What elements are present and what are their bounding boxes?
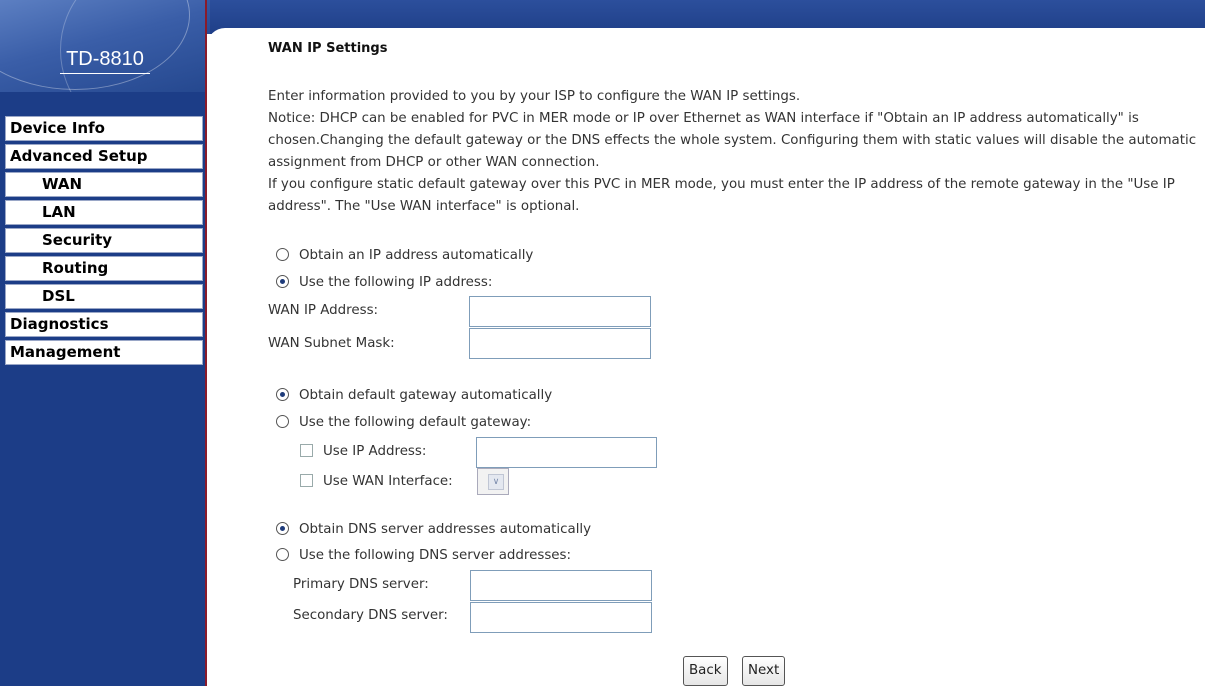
- gateway-auto-label: Obtain default gateway automatically: [299, 388, 553, 403]
- use-wan-checkbox[interactable]: [300, 474, 313, 487]
- secondary-dns-input[interactable]: [470, 602, 652, 633]
- gateway-note: If you configure static default gateway …: [268, 177, 1175, 214]
- model-name: TD-8810: [60, 48, 150, 74]
- nav-menu: Device Info Advanced Setup WAN LAN Secur…: [5, 116, 203, 368]
- ip-manual-label: Use the following IP address:: [299, 275, 493, 290]
- use-ip-option[interactable]: Use IP Address:: [300, 442, 426, 462]
- notice-text: Notice: DHCP can be enabled for PVC in M…: [268, 111, 1197, 170]
- ip-auto-option[interactable]: Obtain an IP address automatically: [276, 246, 533, 266]
- sidebar: TD-8810 Device Info Advanced Setup WAN L…: [0, 0, 207, 686]
- gateway-manual-label: Use the following default gateway:: [299, 415, 532, 430]
- logo-area: TD-8810: [0, 0, 205, 92]
- menu-item-security[interactable]: Security: [5, 228, 203, 253]
- back-button[interactable]: Back: [683, 656, 728, 686]
- ip-manual-option[interactable]: Use the following IP address:: [276, 273, 492, 293]
- menu-item-diagnostics[interactable]: Diagnostics: [5, 312, 203, 337]
- use-wan-label: Use WAN Interface:: [323, 474, 453, 489]
- subnet-mask-label: WAN Subnet Mask:: [268, 336, 395, 351]
- wan-ip-input[interactable]: [469, 296, 651, 327]
- gateway-ip-input[interactable]: [476, 437, 657, 468]
- dns-auto-radio[interactable]: [276, 522, 289, 535]
- dns-manual-label: Use the following DNS server addresses:: [299, 548, 572, 563]
- menu-item-lan[interactable]: LAN: [5, 200, 203, 225]
- primary-dns-input[interactable]: [470, 570, 652, 601]
- use-wan-option[interactable]: Use WAN Interface:: [300, 472, 453, 492]
- use-ip-label: Use IP Address:: [323, 444, 427, 459]
- dns-auto-label: Obtain DNS server addresses automaticall…: [299, 522, 592, 537]
- menu-item-advanced-setup[interactable]: Advanced Setup: [5, 144, 203, 169]
- page-title: WAN IP Settings: [268, 41, 388, 56]
- wan-ip-label: WAN IP Address:: [268, 303, 379, 318]
- menu-item-management[interactable]: Management: [5, 340, 203, 365]
- ip-manual-radio[interactable]: [276, 275, 289, 288]
- next-button[interactable]: Next: [742, 656, 786, 686]
- intro-line: Enter information provided to you by you…: [268, 89, 801, 104]
- ip-auto-radio[interactable]: [276, 248, 289, 261]
- menu-item-wan[interactable]: WAN: [5, 172, 203, 197]
- dns-auto-option[interactable]: Obtain DNS server addresses automaticall…: [276, 520, 591, 540]
- gateway-auto-radio[interactable]: [276, 388, 289, 401]
- menu-item-routing[interactable]: Routing: [5, 256, 203, 281]
- primary-dns-label: Primary DNS server:: [293, 577, 429, 592]
- chevron-down-icon[interactable]: ∨: [488, 474, 504, 490]
- logo-arc: [60, 0, 205, 92]
- gateway-manual-radio[interactable]: [276, 415, 289, 428]
- dns-manual-option[interactable]: Use the following DNS server addresses:: [276, 546, 571, 566]
- wan-interface-select[interactable]: ∨: [477, 468, 509, 495]
- use-ip-checkbox[interactable]: [300, 444, 313, 457]
- gateway-manual-option[interactable]: Use the following default gateway:: [276, 413, 531, 433]
- ip-auto-label: Obtain an IP address automatically: [299, 248, 534, 263]
- secondary-dns-label: Secondary DNS server:: [293, 608, 448, 623]
- menu-item-device-info[interactable]: Device Info: [5, 116, 203, 141]
- subnet-mask-input[interactable]: [469, 328, 651, 359]
- dns-manual-radio[interactable]: [276, 548, 289, 561]
- menu-item-dsl[interactable]: DSL: [5, 284, 203, 309]
- intro-text: Enter information provided to you by you…: [268, 86, 1198, 218]
- gateway-auto-option[interactable]: Obtain default gateway automatically: [276, 386, 552, 406]
